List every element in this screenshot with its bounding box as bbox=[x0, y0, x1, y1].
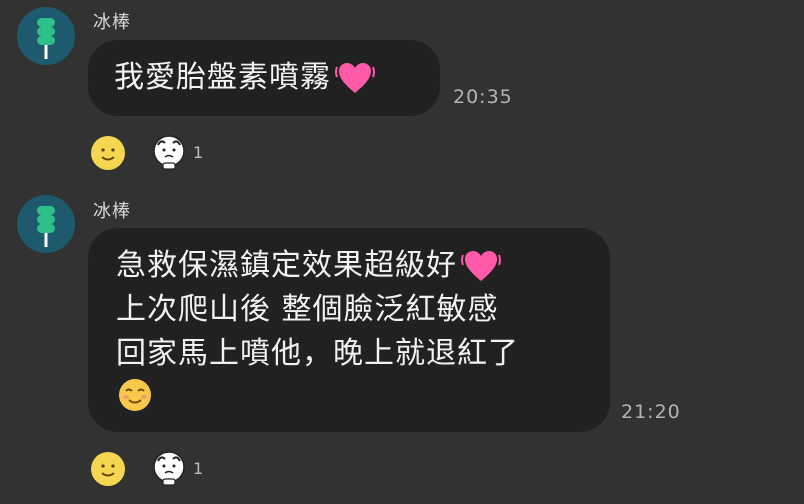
heart-icon bbox=[335, 63, 375, 93]
reaction-count: 1 bbox=[193, 143, 204, 162]
popsicle-icon bbox=[37, 206, 55, 247]
popsicle-icon bbox=[37, 18, 55, 59]
message-bubble[interactable]: 急救保濕鎮定效果超級好 上次爬山後 整個臉泛紅敏感 回家馬上噴他，晚上就退紅了 bbox=[88, 228, 610, 432]
message-timestamp: 20:35 bbox=[453, 86, 513, 108]
smiling-face-icon bbox=[119, 379, 151, 411]
reaction-count: 1 bbox=[193, 459, 204, 478]
sender-name: 冰棒 bbox=[93, 201, 131, 222]
avatar[interactable] bbox=[17, 195, 75, 253]
message-line: 上次爬山後 整個臉泛紅敏感 bbox=[116, 288, 582, 332]
avatar[interactable] bbox=[17, 7, 75, 65]
message-text: 上次爬山後 整個臉泛紅敏感 bbox=[116, 292, 499, 327]
message-line: 我愛胎盤素噴霧 bbox=[114, 56, 414, 100]
message-timestamp: 21:20 bbox=[621, 401, 681, 423]
message-line bbox=[116, 376, 582, 414]
message-text: 我愛胎盤素噴霧 bbox=[114, 60, 331, 95]
sticker-reaction-icon[interactable] bbox=[150, 133, 188, 171]
message-line: 回家馬上噴他，晚上就退紅了 bbox=[116, 332, 582, 376]
sticker-reaction-icon[interactable] bbox=[150, 449, 188, 487]
message-bubble[interactable]: 我愛胎盤素噴霧 bbox=[88, 40, 440, 116]
heart-icon bbox=[461, 251, 501, 281]
sender-name: 冰棒 bbox=[93, 12, 131, 33]
message-text: 急救保濕鎮定效果超級好 bbox=[116, 248, 457, 283]
message-line: 急救保濕鎮定效果超級好 bbox=[116, 244, 582, 288]
smile-reaction-icon[interactable] bbox=[91, 452, 125, 486]
smile-reaction-icon[interactable] bbox=[91, 136, 125, 170]
message-text: 回家馬上噴他，晚上就退紅了 bbox=[116, 336, 519, 371]
